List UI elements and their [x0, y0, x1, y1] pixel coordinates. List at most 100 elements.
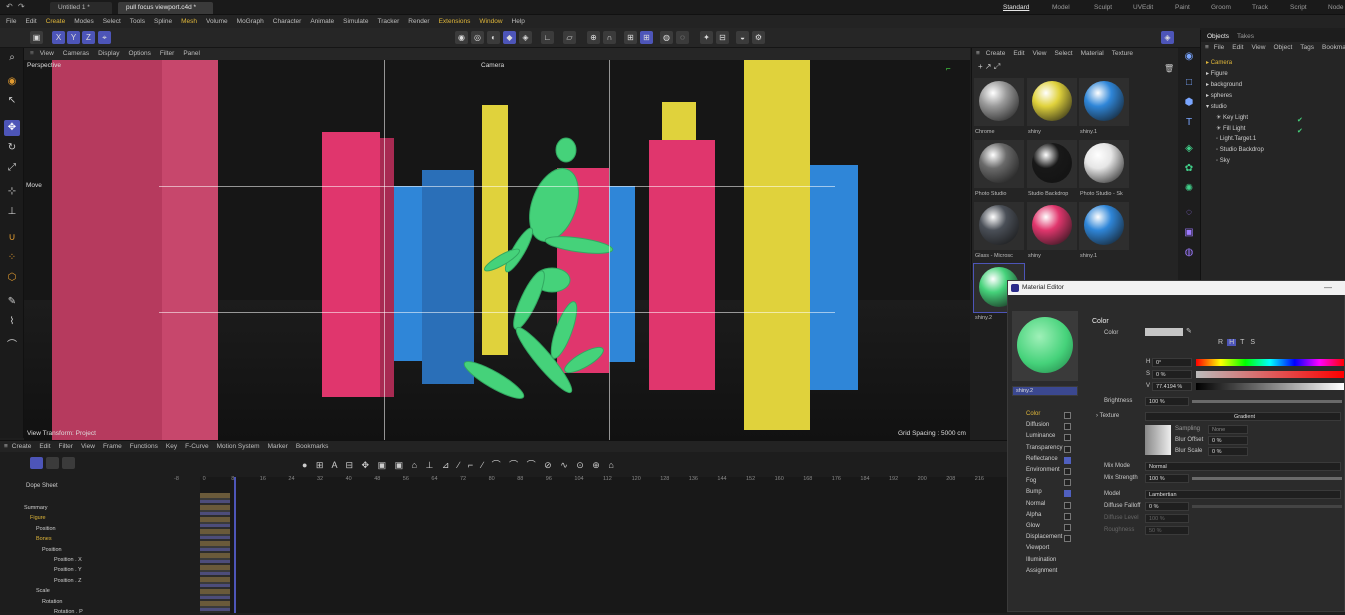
render-region-icon[interactable]: ◎: [471, 31, 484, 44]
settings-icon[interactable]: ⚙: [752, 31, 765, 44]
material-swatch[interactable]: Glass - Microsc: [974, 202, 1024, 259]
close-icon[interactable]: —: [1324, 283, 1332, 292]
channel-checkbox[interactable]: [1064, 445, 1071, 453]
menu-edit[interactable]: Edit: [25, 15, 36, 28]
material-swatch[interactable]: shiny.1: [1079, 78, 1129, 135]
transform-icon[interactable]: ⊹: [4, 184, 20, 200]
grid-icon[interactable]: ⊞: [624, 31, 637, 44]
magnet-icon[interactable]: ∩: [603, 31, 616, 44]
layout-paint[interactable]: Paint: [1175, 2, 1190, 14]
mat-menu-create[interactable]: Create: [986, 48, 1006, 60]
obj-menu-object[interactable]: Object: [1273, 42, 1292, 54]
trash-icon[interactable]: 🗑: [1164, 64, 1174, 73]
field-icon[interactable]: ⊟: [716, 31, 729, 44]
material-swatch[interactable]: Photo Studio: [974, 140, 1024, 197]
track-row[interactable]: Rotation . P: [54, 609, 83, 615]
viewport-menu-filter[interactable]: Filter: [160, 48, 174, 60]
material-swatch[interactable]: shiny: [1027, 202, 1077, 259]
environment-icon[interactable]: ◒: [736, 31, 749, 44]
diffuse-falloff-field[interactable]: 0 %: [1145, 502, 1189, 511]
project-icon[interactable]: ◈: [1161, 31, 1174, 44]
camera-icon[interactable]: ◍: [660, 31, 673, 44]
move-icon[interactable]: ✥: [4, 120, 20, 136]
menu-spline[interactable]: Spline: [154, 15, 172, 28]
track-row[interactable]: Summary: [24, 505, 48, 511]
lock-icon[interactable]: ⊕: [587, 31, 600, 44]
menu-character[interactable]: Character: [273, 15, 302, 28]
h-value-field[interactable]: 0°: [1152, 358, 1192, 367]
brightness-field[interactable]: 100 %: [1145, 397, 1189, 406]
null-object-icon[interactable]: ◉: [1182, 50, 1196, 64]
tab-untitled[interactable]: Untitled 1 *: [50, 2, 112, 14]
channel-normal[interactable]: Normal: [1026, 501, 1045, 507]
channel-checkbox[interactable]: [1064, 479, 1071, 487]
mat-menu-select[interactable]: Select: [1055, 48, 1073, 60]
layout-script[interactable]: Script: [1290, 2, 1307, 14]
viewport-menu-display[interactable]: Display: [98, 48, 119, 60]
channel-checkbox[interactable]: [1064, 490, 1071, 498]
channel-assignment[interactable]: Assignment: [1026, 568, 1057, 574]
object-row-sky[interactable]: ◦ Sky: [1216, 158, 1230, 164]
channel-checkbox[interactable]: [1064, 524, 1071, 531]
menu-animate[interactable]: Animate: [310, 15, 334, 28]
channel-transparency[interactable]: Transparency: [1026, 445, 1062, 451]
axis-z-button[interactable]: Z: [82, 31, 95, 44]
model-mode-icon[interactable]: ▣: [30, 31, 43, 44]
obj-menu-bookmarks[interactable]: Bookmarks: [1322, 42, 1345, 54]
mix-mode-field[interactable]: Normal: [1145, 462, 1341, 471]
blur-offset-field[interactable]: 0 %: [1208, 436, 1248, 445]
field-tool-icon[interactable]: ▣: [1182, 226, 1196, 240]
mograph-icon[interactable]: ✺: [1182, 182, 1196, 196]
obj-menu-file[interactable]: File: [1214, 42, 1224, 54]
value-slider[interactable]: [1196, 383, 1344, 390]
deformer-tool-icon[interactable]: ◌: [1182, 206, 1196, 220]
channel-viewport[interactable]: Viewport: [1026, 545, 1049, 551]
object-row-spheres[interactable]: ▸ spheres: [1206, 92, 1232, 99]
menu-extensions[interactable]: Extensions: [439, 15, 471, 28]
layout-standard[interactable]: Standard: [1003, 2, 1029, 14]
tl-menu-functions[interactable]: Functions: [130, 441, 158, 452]
layout-groom[interactable]: Groom: [1211, 2, 1231, 14]
motion-mode-icon[interactable]: [62, 457, 75, 469]
snap-icon[interactable]: ∟: [541, 31, 554, 44]
dope-sheet-area[interactable]: [200, 477, 1007, 613]
track-row[interactable]: Position . Z: [54, 578, 82, 584]
layout-track[interactable]: Track: [1252, 2, 1268, 14]
menu-create[interactable]: Create: [46, 15, 66, 28]
panel-icon[interactable]: ≡: [30, 48, 34, 60]
coordinate-system-icon[interactable]: ⌖: [98, 31, 111, 44]
polygons-icon[interactable]: ⬡: [4, 270, 20, 286]
tl-menu-key[interactable]: Key: [166, 441, 177, 452]
tl-menu-edit[interactable]: Edit: [39, 441, 50, 452]
viewport-menu-view[interactable]: View: [40, 48, 54, 60]
cube-icon[interactable]: □: [1182, 76, 1196, 90]
workplane-icon[interactable]: ▱: [563, 31, 576, 44]
tab-objects[interactable]: Objects: [1207, 33, 1229, 40]
tl-menu-frame[interactable]: Frame: [103, 441, 122, 452]
diffuse-falloff-slider[interactable]: [1192, 505, 1342, 508]
3d-viewport[interactable]: Perspective Camera Move View Transform: …: [24, 60, 970, 440]
redo-icon[interactable]: ↷: [18, 2, 25, 11]
axis-x-button[interactable]: X: [52, 31, 65, 44]
scale-icon[interactable]: ⤢: [4, 160, 20, 176]
rotate-icon[interactable]: ↻: [4, 140, 20, 156]
track-row[interactable]: Rotation: [42, 599, 63, 605]
menu-simulate[interactable]: Simulate: [343, 15, 368, 28]
tl-menu-filter[interactable]: Filter: [59, 441, 73, 452]
tab-takes[interactable]: Takes: [1237, 33, 1254, 40]
roughness-field[interactable]: 50 %: [1145, 526, 1189, 535]
mode-r-button[interactable]: R: [1216, 339, 1225, 346]
axis-y-button[interactable]: Y: [67, 31, 80, 44]
tl-menu-create[interactable]: Create: [12, 441, 32, 452]
sampling-field[interactable]: None: [1208, 425, 1248, 434]
track-row[interactable]: Position: [36, 526, 56, 532]
render-settings-icon[interactable]: ◆: [503, 31, 516, 44]
primitive-icon[interactable]: ⬢: [1182, 96, 1196, 110]
track-row[interactable]: Figure: [30, 515, 46, 521]
mode-t-button[interactable]: T: [1238, 339, 1246, 346]
menu-window[interactable]: Window: [479, 15, 502, 28]
menu-file[interactable]: File: [6, 15, 16, 28]
live-selection-icon[interactable]: ◉: [4, 74, 20, 90]
channel-displacement[interactable]: Displacement: [1026, 534, 1062, 540]
channel-checkbox[interactable]: [1064, 434, 1071, 442]
